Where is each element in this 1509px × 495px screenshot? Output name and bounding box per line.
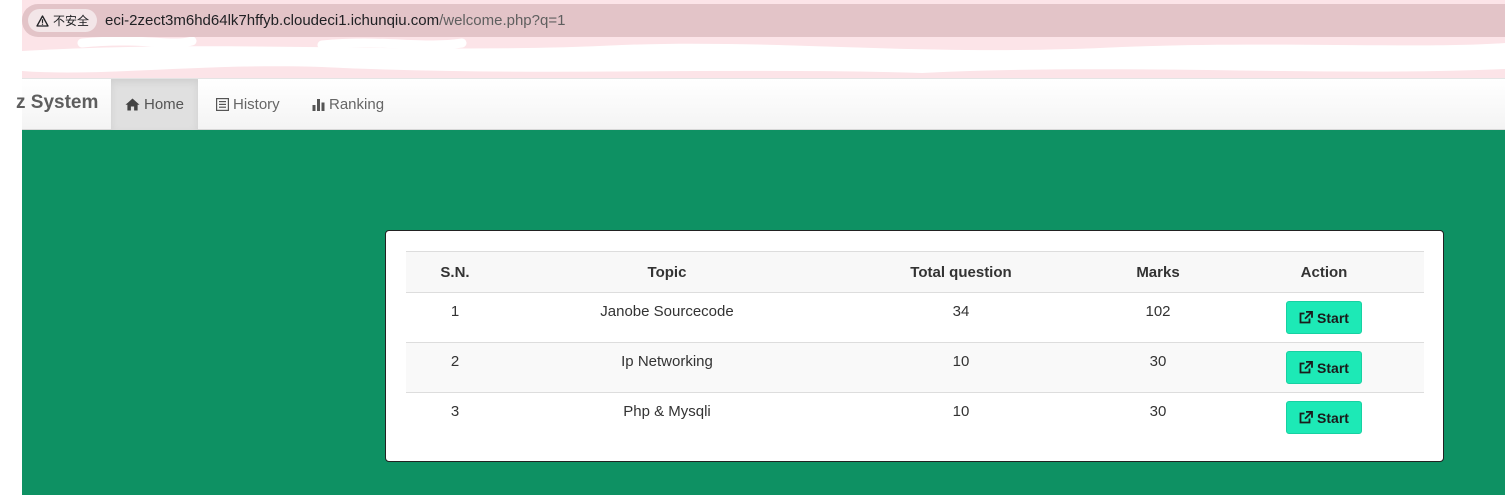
- warning-icon: [36, 14, 49, 27]
- security-label: 不安全: [53, 14, 90, 28]
- external-link-icon: [1299, 311, 1313, 324]
- table-row: 1 Janobe Sourcecode 34 102 Start: [406, 292, 1424, 343]
- nav-item-home[interactable]: Home: [111, 79, 199, 130]
- quiz-table: S.N. Topic Total question Marks Action 1…: [406, 251, 1424, 443]
- start-label: Start: [1317, 309, 1349, 326]
- browser-bar: 不安全 eci-2zect3m6hd64lk7hffyb.cloudeci1.i…: [22, 0, 1505, 78]
- header-topic: Topic: [504, 251, 830, 293]
- cell-sn: 3: [406, 392, 504, 443]
- header-sn: S.N.: [406, 251, 504, 293]
- cell-marks: 30: [1092, 392, 1224, 443]
- main-content: S.N. Topic Total question Marks Action 1…: [22, 130, 1505, 495]
- cell-total: 34: [830, 292, 1092, 343]
- home-icon: [125, 98, 140, 111]
- cell-topic: Janobe Sourcecode: [504, 292, 830, 343]
- window-edge: [0, 0, 22, 495]
- url-path: /welcome.php?q=1: [439, 12, 566, 29]
- page: 不安全 eci-2zect3m6hd64lk7hffyb.cloudeci1.i…: [0, 0, 1509, 495]
- cell-total: 10: [830, 342, 1092, 393]
- header-action: Action: [1224, 251, 1424, 293]
- external-link-icon: [1299, 361, 1313, 374]
- navbar: z System Home History Ranking: [16, 78, 1505, 130]
- cell-action: Start: [1224, 342, 1424, 393]
- cell-marks: 30: [1092, 342, 1224, 393]
- external-link-icon: [1299, 411, 1313, 424]
- url-host: eci-2zect3m6hd64lk7hffyb.cloudeci1.ichun…: [105, 12, 440, 29]
- quiz-panel: S.N. Topic Total question Marks Action 1…: [385, 230, 1444, 462]
- cell-sn: 1: [406, 292, 504, 343]
- table-row: 3 Php & Mysqli 10 30 Start: [406, 392, 1424, 443]
- header-marks: Marks: [1092, 251, 1224, 293]
- nav-label-home: Home: [144, 96, 185, 113]
- nav-label-history: History: [233, 96, 280, 113]
- cell-action: Start: [1224, 292, 1424, 343]
- start-label: Start: [1317, 359, 1349, 376]
- nav-item-ranking[interactable]: Ranking: [298, 79, 398, 130]
- nav-label-ranking: Ranking: [329, 96, 385, 113]
- table-row: 2 Ip Networking 10 30 Start: [406, 342, 1424, 393]
- redaction-scribble: [22, 37, 1505, 73]
- start-button[interactable]: Start: [1286, 401, 1362, 434]
- url-text[interactable]: eci-2zect3m6hd64lk7hffyb.cloudeci1.ichun…: [105, 12, 565, 29]
- header-total-question: Total question: [830, 251, 1092, 293]
- nav-item-history[interactable]: History: [202, 79, 294, 130]
- cell-topic: Php & Mysqli: [504, 392, 830, 443]
- address-bar[interactable]: 不安全 eci-2zect3m6hd64lk7hffyb.cloudeci1.i…: [22, 4, 1505, 37]
- table-header-row: S.N. Topic Total question Marks Action: [406, 251, 1424, 293]
- cell-action: Start: [1224, 392, 1424, 443]
- cell-total: 10: [830, 392, 1092, 443]
- cell-topic: Ip Networking: [504, 342, 830, 393]
- bar-chart-icon: [312, 98, 325, 111]
- list-icon: [216, 98, 229, 111]
- start-button[interactable]: Start: [1286, 301, 1362, 334]
- cell-sn: 2: [406, 342, 504, 393]
- brand-title[interactable]: z System: [16, 92, 98, 114]
- security-chip[interactable]: 不安全: [28, 9, 98, 32]
- start-label: Start: [1317, 409, 1349, 426]
- start-button[interactable]: Start: [1286, 351, 1362, 384]
- cell-marks: 102: [1092, 292, 1224, 343]
